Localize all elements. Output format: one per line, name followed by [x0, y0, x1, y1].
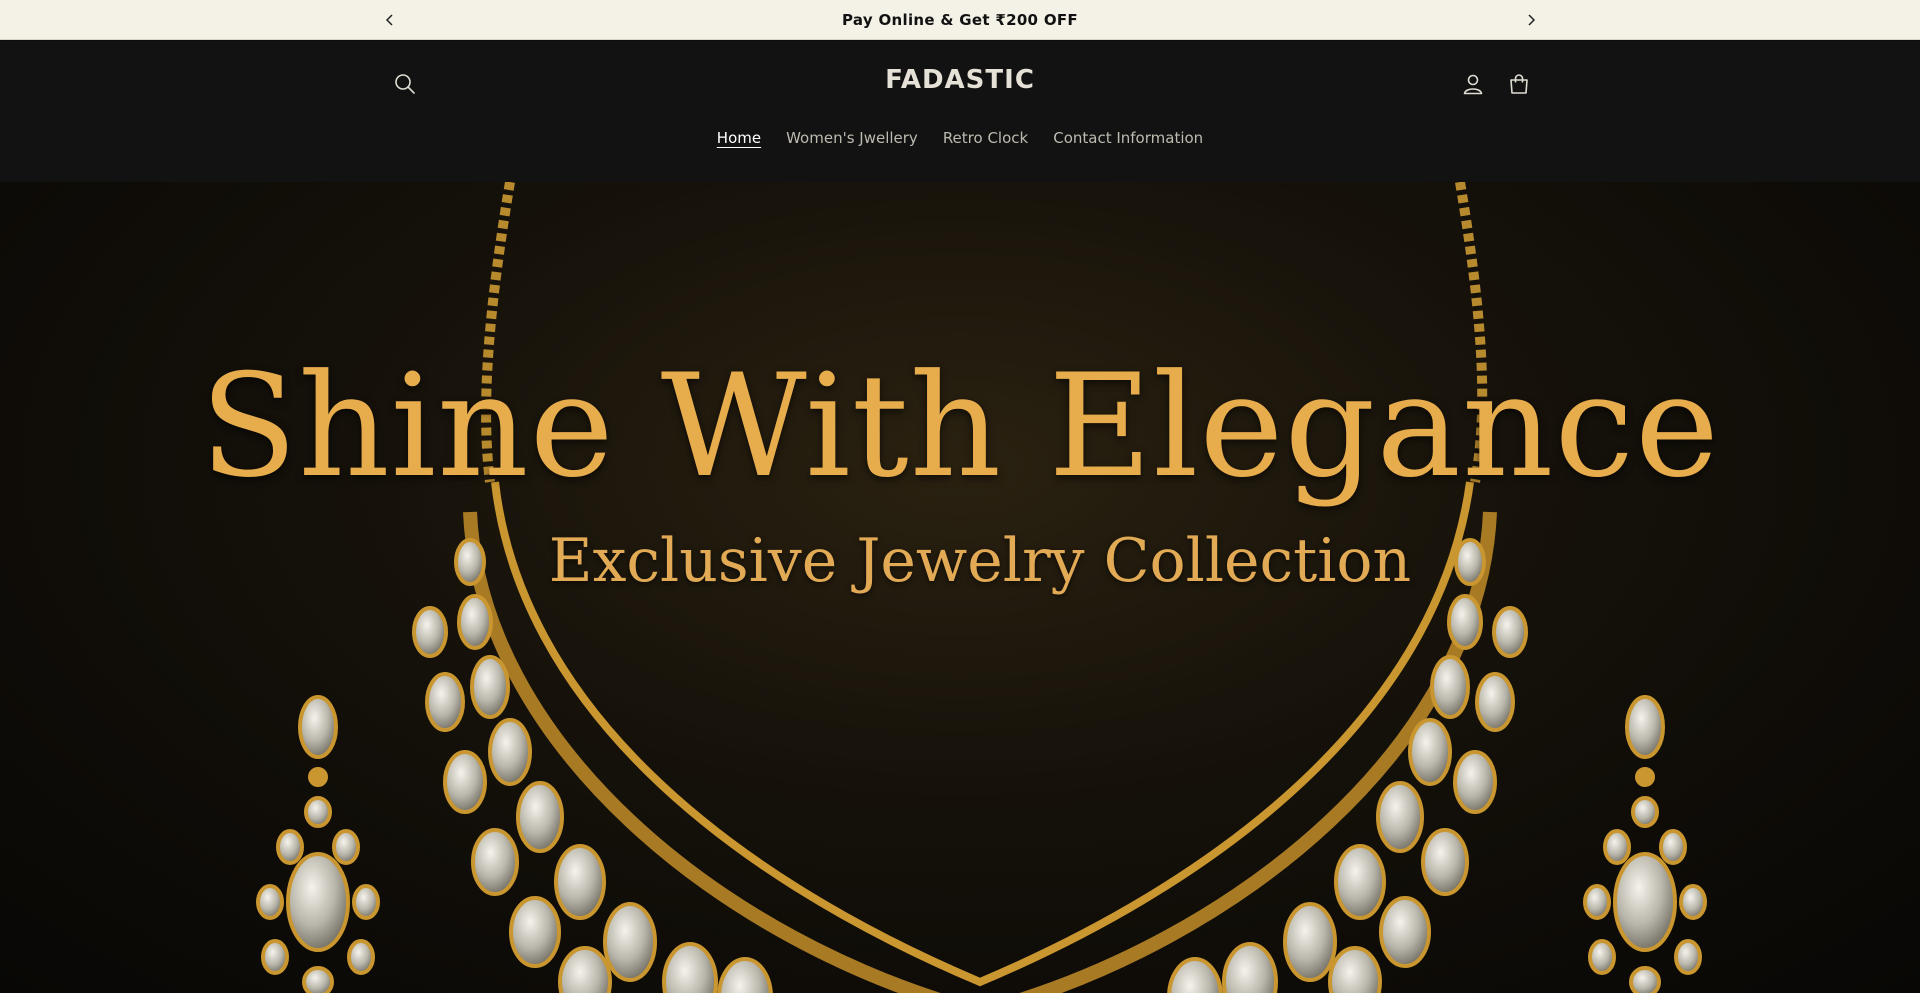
hero-subtitle: Exclusive Jewelry Collection	[548, 526, 1412, 596]
hero-title: Shine With Elegance	[200, 344, 1720, 509]
announcement-next-button[interactable]	[1511, 0, 1551, 40]
site-header: FADASTIC Home Women's Jwellery Retro Clo…	[0, 41, 1920, 182]
announcement-prev-button[interactable]	[370, 0, 410, 40]
account-button[interactable]	[1451, 62, 1495, 106]
user-icon	[1463, 74, 1483, 95]
nav-item-womens-jwellery[interactable]: Women's Jwellery	[774, 121, 931, 155]
cart-icon	[1510, 74, 1528, 94]
nav-item-home[interactable]: Home	[704, 121, 773, 155]
hero-banner[interactable]: Shine With Elegance Exclusive Jewelry Co…	[0, 182, 1920, 993]
chevron-left-icon	[385, 14, 393, 26]
announcement-text: Pay Online & Get ₹200 OFF	[842, 10, 1078, 29]
nav-item-contact-information[interactable]: Contact Information	[1041, 121, 1216, 155]
chevron-right-icon	[1528, 14, 1536, 26]
search-icon	[395, 74, 415, 94]
announcement-bar: Pay Online & Get ₹200 OFF	[0, 0, 1920, 40]
main-nav: Home Women's Jwellery Retro Clock Contac…	[0, 121, 1920, 155]
cart-button[interactable]	[1497, 62, 1541, 106]
site-logo[interactable]: FADASTIC	[760, 65, 1160, 95]
search-button[interactable]	[383, 62, 427, 106]
nav-item-retro-clock[interactable]: Retro Clock	[930, 121, 1040, 155]
